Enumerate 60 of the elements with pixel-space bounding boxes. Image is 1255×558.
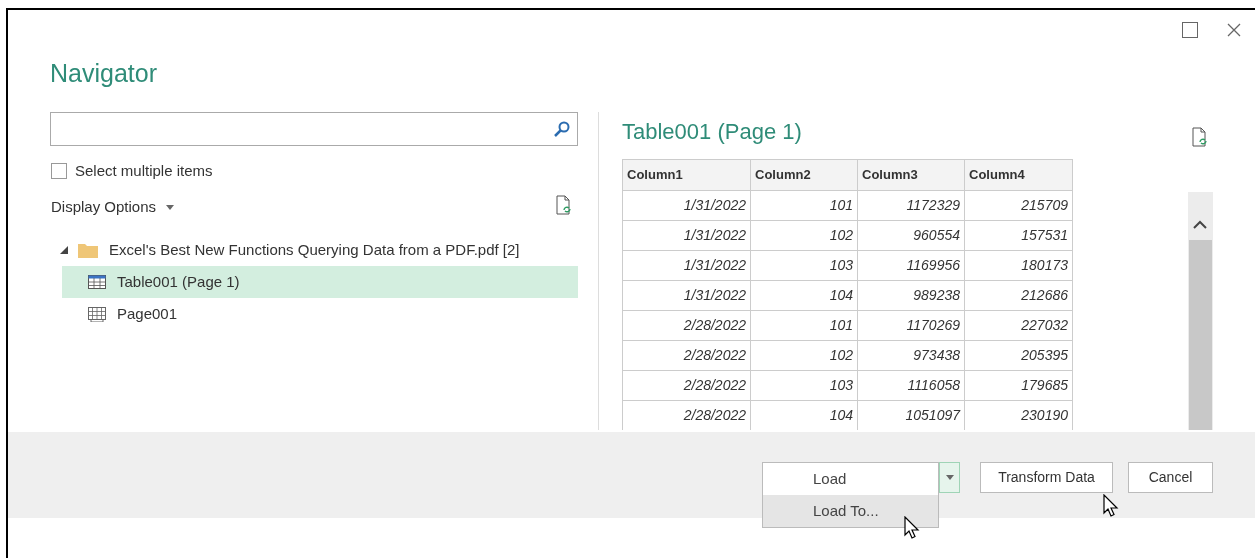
table-cell: 1/31/2022 [622, 280, 751, 311]
dialog-button[interactable]: Cancel [1128, 462, 1213, 493]
search-field[interactable] [50, 112, 578, 146]
preview-title: Table001 (Page 1) [622, 118, 802, 146]
dialog-button[interactable]: Transform Data [980, 462, 1113, 493]
table-icon [88, 275, 106, 289]
checkbox-label: Select multiple items [75, 161, 213, 181]
table-cell: 2/28/2022 [622, 340, 751, 371]
column-header[interactable]: Column3 [857, 159, 965, 191]
table-cell: 103 [750, 370, 858, 401]
close-icon[interactable] [1226, 22, 1242, 38]
window-title: Navigator [50, 58, 157, 89]
table-cell: 102 [750, 220, 858, 251]
cursor-icon [1103, 494, 1119, 518]
maximize-button[interactable] [1182, 22, 1198, 38]
table-cell: 212686 [964, 280, 1073, 311]
table-cell: 960554 [857, 220, 965, 251]
menu-item[interactable]: Load To... [763, 495, 938, 527]
scrollbar[interactable] [1188, 192, 1213, 430]
caret-icon [166, 204, 175, 210]
table-cell: 2/28/2022 [622, 310, 751, 341]
table-cell: 989238 [857, 280, 965, 311]
scrollbar-thumb[interactable] [1189, 240, 1212, 430]
table-cell: 2/28/2022 [622, 400, 751, 430]
table-cell: 215709 [964, 190, 1073, 221]
table-cell: 101 [750, 310, 858, 341]
table-cell: 973438 [857, 340, 965, 371]
display-options-dropdown[interactable]: Display Options [51, 196, 175, 219]
table-cell: 2/28/2022 [622, 370, 751, 401]
table-cell: 157531 [964, 220, 1073, 251]
expander-icon[interactable] [60, 246, 68, 254]
folder-icon [78, 242, 98, 258]
table-cell: 1116058 [857, 370, 965, 401]
table-cell: 102 [750, 340, 858, 371]
table-cell: 205395 [964, 340, 1073, 371]
column-header[interactable]: Column2 [750, 159, 858, 191]
column-header[interactable]: Column1 [622, 159, 751, 191]
page-icon [88, 306, 106, 322]
table-cell: 227032 [964, 310, 1073, 341]
table-cell: 1169956 [857, 250, 965, 281]
search-icon [553, 120, 571, 138]
tree-item[interactable]: Table001 (Page 1) [62, 266, 578, 298]
table-cell: 1172329 [857, 190, 965, 221]
table-cell: 104 [750, 280, 858, 311]
table-cell: 103 [750, 250, 858, 281]
checkbox[interactable] [51, 163, 67, 180]
dropdown-button[interactable] [939, 462, 960, 493]
refresh-icon[interactable] [1192, 127, 1208, 147]
table-cell: 179685 [964, 370, 1073, 401]
tree-item[interactable]: Page001 [62, 298, 578, 330]
tree-item[interactable]: Excel's Best New Functions Querying Data from a PDF.pdf [2] [58, 234, 578, 266]
table-cell: 1170269 [857, 310, 965, 341]
column-header[interactable]: Column4 [964, 159, 1073, 191]
table-cell: 1/31/2022 [622, 250, 751, 281]
table-cell: 101 [750, 190, 858, 221]
table-cell: 1/31/2022 [622, 190, 751, 221]
caret-icon [945, 475, 954, 480]
refresh-icon[interactable] [556, 195, 572, 215]
table-cell: 180173 [964, 250, 1073, 281]
table-cell: 1/31/2022 [622, 220, 751, 251]
